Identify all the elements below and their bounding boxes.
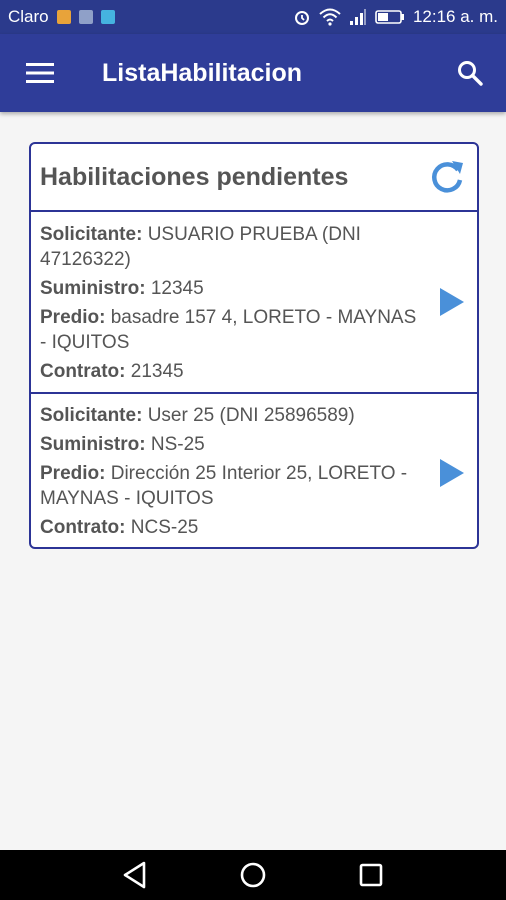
sim-icon [56, 10, 71, 24]
contrato-row: Contrato: 21345 [40, 359, 417, 384]
suministro-row: Suministro: 12345 [40, 276, 417, 301]
app-title: ListaHabilitacion [102, 58, 303, 87]
refresh-icon [432, 161, 463, 193]
suministro-row: Suministro: NS-25 [40, 432, 417, 457]
home-icon [240, 862, 266, 888]
card-title: Habilitaciones pendientes [40, 162, 349, 191]
recents-button[interactable] [356, 860, 386, 890]
clock: 12:16 a. m. [412, 7, 498, 26]
recents-icon [359, 863, 383, 887]
back-icon [123, 861, 146, 889]
menu-button[interactable] [0, 34, 80, 112]
suministro-label: Suministro: [40, 278, 146, 299]
contrato-row: Contrato: NCS-25 [40, 515, 417, 540]
contrato-label: Contrato: [40, 517, 126, 538]
search-button[interactable] [434, 34, 506, 112]
list-item[interactable]: Solicitante: User 25 (DNI 25896589) Sumi… [31, 392, 477, 547]
contrato-label: Contrato: [40, 361, 126, 382]
home-button[interactable] [238, 860, 268, 890]
back-button[interactable] [120, 860, 150, 890]
menu-icon [26, 63, 54, 83]
predio-label: Predio: [40, 463, 106, 484]
battery-icon [375, 10, 404, 24]
suministro-label: Suministro: [40, 434, 146, 455]
card-header: Habilitaciones pendientes [31, 144, 477, 212]
suministro-value: 12345 [150, 278, 204, 299]
solicitante-row: Solicitante: User 25 (DNI 25896589) [40, 403, 417, 428]
suministro-value: NS-25 [150, 434, 205, 455]
solicitante-value: User 25 (DNI 25896589) [147, 405, 355, 426]
app-bar: ListaHabilitacion [0, 34, 506, 112]
predio-row: Predio: basadre 157 4, LORETO - MAYNAS -… [40, 305, 417, 355]
search-icon [458, 61, 483, 86]
list-item[interactable]: Solicitante: USUARIO PRUEBA (DNI 4712632… [31, 212, 477, 392]
signal-icon [349, 9, 366, 25]
wifi-icon [319, 8, 341, 26]
play-arrow-icon[interactable] [439, 458, 465, 488]
predio-label: Predio: [40, 307, 106, 328]
image-notification-icon [78, 10, 93, 24]
status-bar: Claro 12:16 a. m. [0, 0, 506, 34]
pending-list-card: Habilitaciones pendientes Solicitante: U… [29, 142, 479, 549]
alarm-icon [294, 11, 309, 25]
predio-row: Predio: Dirección 25 Interior 25, LORETO… [40, 461, 417, 511]
solicitante-row: Solicitante: USUARIO PRUEBA (DNI 4712632… [40, 222, 417, 272]
contrato-value: 21345 [130, 361, 184, 382]
contrato-value: NCS-25 [130, 517, 199, 538]
carrier-label: Claro [8, 7, 49, 26]
system-nav-bar [0, 850, 506, 900]
message-notification-icon [100, 10, 115, 24]
solicitante-label: Solicitante: [40, 405, 143, 426]
play-arrow-icon[interactable] [439, 287, 465, 317]
refresh-button[interactable] [425, 155, 469, 199]
solicitante-label: Solicitante: [40, 224, 143, 245]
